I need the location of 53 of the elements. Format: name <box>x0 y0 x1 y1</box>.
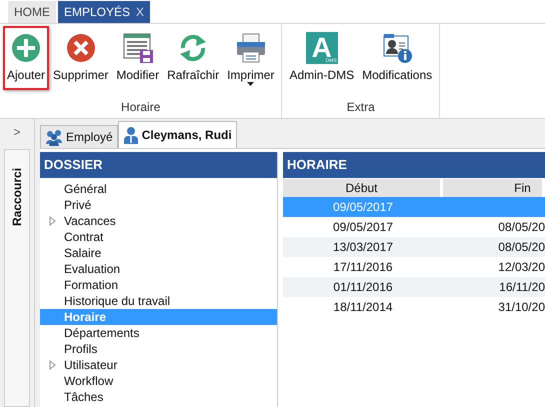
document-tab[interactable]: Employé <box>40 125 118 148</box>
expand-triangle-icon <box>48 216 56 226</box>
ribbon-button[interactable]: Modifier <box>112 26 164 86</box>
table-cell: 01/11/2016 <box>283 277 443 297</box>
close-tab-button[interactable]: X <box>136 1 144 23</box>
tree-item[interactable]: Profils <box>40 341 277 357</box>
tree-item[interactable]: Formation <box>40 277 277 293</box>
tree-item[interactable]: Workflow <box>40 373 277 389</box>
tree-item[interactable]: Vacances <box>40 213 277 229</box>
tree-item[interactable]: Utilisateur <box>40 357 277 373</box>
app-tab[interactable]: EMPLOYÉS X <box>58 1 150 23</box>
table-cell: 16/11/20 <box>443 277 545 297</box>
x-circle-icon <box>64 32 97 64</box>
people-icon <box>45 128 63 146</box>
shortcut-panel-tab[interactable]: Raccourci <box>4 149 30 407</box>
contact-card-info-icon <box>381 32 414 64</box>
tree-item[interactable]: Privé <box>40 197 277 213</box>
spreadsheet-floppy-icon <box>122 32 154 64</box>
tree-item[interactable]: Départements <box>40 325 277 341</box>
table-cell: 08/05/20 <box>443 237 545 257</box>
group-label: Horaire <box>120 100 162 116</box>
tree-item[interactable]: Général <box>40 181 277 197</box>
table-cell-text: 09/05/2017 <box>332 219 394 236</box>
column-header[interactable]: Début <box>283 179 443 197</box>
tree-item[interactable]: Historique du travail <box>40 293 277 309</box>
app-tab[interactable]: HOME <box>8 1 56 23</box>
panel-header: DOSSIER <box>40 152 277 178</box>
tree-item[interactable]: Evaluation <box>40 261 277 277</box>
table-cell: 13/03/2017 <box>283 237 443 257</box>
expand-triangle-icon <box>48 360 56 370</box>
table-cell: 09/05/2017 <box>283 197 443 217</box>
table-cell-text: 12/03/20 <box>497 259 545 276</box>
tree-item[interactable]: Contrat <box>40 229 277 245</box>
document-tab[interactable]: Cleymans, Rudi <box>118 121 237 148</box>
table-cell-text: 17/11/2016 <box>332 259 394 276</box>
ribbon-button[interactable]: Imprimer <box>223 26 278 86</box>
person-icon <box>122 126 139 144</box>
tree-item[interactable]: Salaire <box>40 245 277 261</box>
table-cell-text: 08/05/20 <box>497 219 545 236</box>
tree-item[interactable]: Tâches <box>40 389 277 405</box>
ribbon-button[interactable]: Supprimer <box>49 26 112 86</box>
table-cell-text: 31/10/20 <box>497 299 545 316</box>
plus-circle-icon <box>10 32 42 64</box>
caret-icon <box>247 82 254 86</box>
panel-header: HORAIRE <box>283 152 545 178</box>
printer-icon <box>234 32 267 64</box>
group-label: Extra <box>346 100 376 116</box>
ribbon-button[interactable]: Modifications <box>358 26 436 86</box>
ribbon-button[interactable]: Ajouter <box>3 26 50 90</box>
column-header[interactable]: Fin <box>443 179 545 197</box>
table-cell-text: 18/11/2014 <box>332 299 394 316</box>
expand-button[interactable]: > <box>13 119 20 145</box>
ribbon-button[interactable]: Rafraîchir <box>163 26 224 86</box>
